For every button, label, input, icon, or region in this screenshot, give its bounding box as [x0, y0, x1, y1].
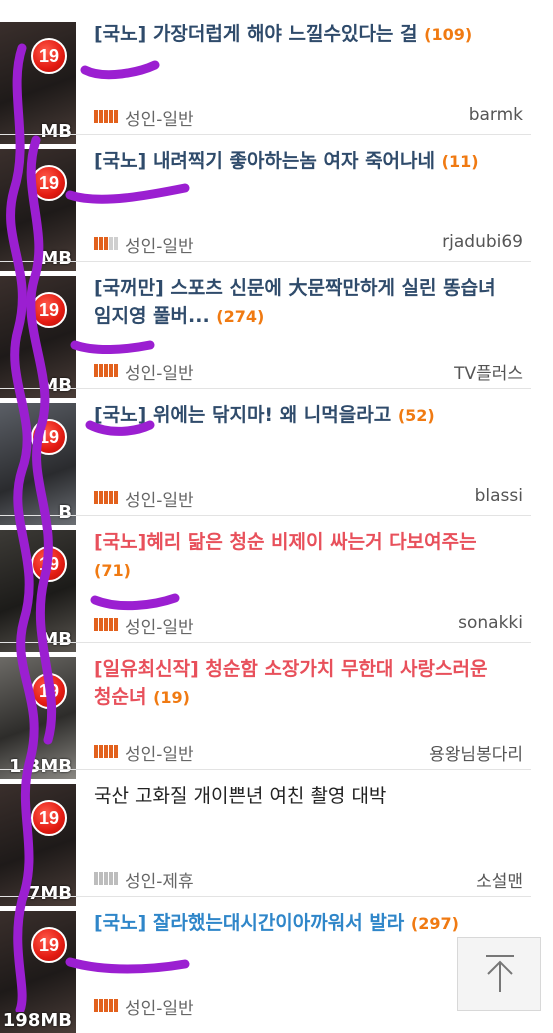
post-thumbnail[interactable]: 19 MB [0, 22, 76, 144]
file-size: 198MB [2, 1010, 72, 1031]
rating-bars [94, 489, 119, 509]
rating-bars [94, 235, 119, 255]
adult-19-badge: 19 [31, 800, 67, 836]
adult-19-badge: 19 [31, 927, 67, 963]
post-meta: 성인-일반 barmk [94, 105, 523, 130]
post-meta: 성인-제휴 소설맨 [94, 867, 523, 892]
adult-19-badge: 19 [31, 419, 67, 455]
post-author: barmk [468, 105, 523, 125]
adult-19-badge: 19 [31, 546, 67, 582]
post-title[interactable]: [국노]혜리 닮은 청순 비제이 싸는거 다보여주는 (71) [94, 528, 517, 585]
adult-19-badge: 19 [31, 292, 67, 328]
rating-bars [94, 997, 119, 1017]
post-category: 성인-일반 [125, 237, 194, 257]
comment-count: (274) [216, 307, 265, 326]
post-author: 용왕님봉다리 [429, 745, 523, 765]
adult-19-badge: 19 [31, 673, 67, 709]
arrow-up-icon [486, 955, 514, 992]
post-title[interactable]: [국노] 잘라했는대시간이아까워서 발라 (297) [94, 909, 517, 938]
list-item[interactable]: 19 B [국노] 위에는 닦지마! 왜 니먹을라고 (52) 성인-일반 bl… [0, 389, 553, 525]
post-meta: 성인-일반 용왕님봉다리 [94, 740, 523, 765]
post-title[interactable]: [국노] 가장더럽게 해야 느낄수있다는 걸 (109) [94, 20, 517, 49]
post-meta: 성인-일반 TV플러스 [94, 359, 523, 384]
post-category: 성인-일반 [125, 110, 194, 130]
post-category: 성인-일반 [125, 999, 194, 1019]
post-author: rjadubi69 [442, 232, 523, 252]
post-thumbnail[interactable]: 19 MB [0, 149, 76, 271]
comment-count: (71) [94, 561, 131, 580]
post-category: 성인-일반 [125, 745, 194, 765]
comment-count: (297) [410, 914, 459, 933]
scroll-to-top-button[interactable] [457, 937, 541, 1011]
post-meta: 성인-일반 rjadubi69 [94, 232, 523, 257]
post-author: sonakki [458, 613, 523, 633]
post-thumbnail[interactable]: 19 MB [0, 276, 76, 398]
post-title[interactable]: [국노] 위에는 닦지마! 왜 니먹을라고 (52) [94, 401, 517, 430]
list-item[interactable]: 19 MB [국노] 가장더럽게 해야 느낄수있다는 걸 (109) 성인-일반… [0, 8, 553, 144]
comment-count: (19) [153, 688, 190, 707]
adult-19-badge: 19 [31, 38, 67, 74]
rating-bars [94, 362, 119, 382]
post-category: 성인-일반 [125, 491, 194, 511]
rating-bars [94, 870, 119, 890]
post-author: 소설맨 [476, 872, 523, 892]
post-author: TV플러스 [454, 364, 523, 384]
list-item[interactable]: 19 7MB 국산 고화질 개이쁜년 여친 촬영 대박 성인-제휴 소설맨 [0, 770, 553, 906]
post-thumbnail[interactable]: 19 B [0, 403, 76, 525]
list-item[interactable]: 19 MB [국꺼만] 스포츠 신문에 大문짝만하게 실린 똥습녀 임지영 풀버… [0, 262, 553, 398]
adult-19-badge: 19 [31, 165, 67, 201]
comment-count: (52) [397, 406, 435, 425]
post-thumbnail[interactable]: 19 MB [0, 530, 76, 652]
rating-bars [94, 616, 119, 636]
list-item[interactable]: 19 1 3MB [일유최신작] 청순함 소장가치 무한대 사랑스러운 청순녀 … [0, 643, 553, 779]
post-meta: 성인-일반 sonakki [94, 613, 523, 638]
post-title[interactable]: [일유최신작] 청순함 소장가치 무한대 사랑스러운 청순녀 (19) [94, 655, 517, 712]
post-category: 성인-일반 [125, 618, 194, 638]
list-item[interactable]: 19 MB [국노]혜리 닮은 청순 비제이 싸는거 다보여주는 (71) 성인… [0, 516, 553, 652]
post-thumbnail[interactable]: 19 1 3MB [0, 657, 76, 779]
post-title[interactable]: [국꺼만] 스포츠 신문에 大문짝만하게 실린 똥습녀 임지영 풀버... (2… [94, 274, 517, 331]
post-thumbnail[interactable]: 19 198MB [0, 911, 76, 1033]
post-thumbnail[interactable]: 19 7MB [0, 784, 76, 906]
post-category: 성인-제휴 [125, 872, 194, 892]
post-category: 성인-일반 [125, 364, 194, 384]
list-item[interactable]: 19 MB [국노] 내려찍기 좋아하는놈 여자 죽어나네 (11) 성인-일반… [0, 135, 553, 271]
comment-count: (11) [441, 152, 479, 171]
post-meta: 성인-일반 blassi [94, 486, 523, 511]
comment-count: (109) [424, 25, 473, 44]
post-author: blassi [474, 486, 523, 506]
rating-bars [94, 743, 119, 763]
post-title[interactable]: [국노] 내려찍기 좋아하는놈 여자 죽어나네 (11) [94, 147, 517, 176]
post-title[interactable]: 국산 고화질 개이쁜년 여친 촬영 대박 [94, 782, 517, 810]
rating-bars [94, 108, 119, 128]
